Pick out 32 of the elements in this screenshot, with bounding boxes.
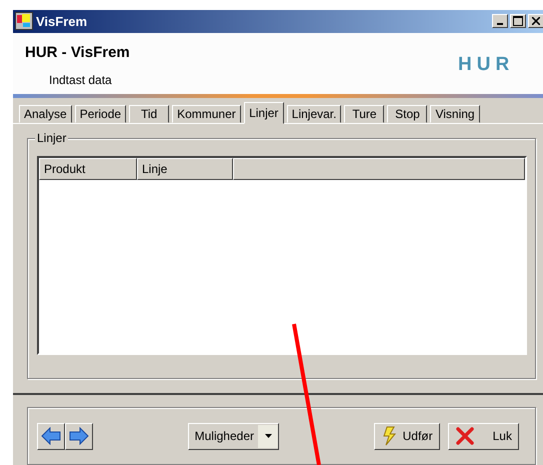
window-title: VisFrem xyxy=(36,14,88,29)
tab[interactable]: Kommuner xyxy=(172,105,241,124)
column-header[interactable]: Linje xyxy=(137,158,233,180)
back-icon xyxy=(41,427,61,445)
options-dropdown[interactable]: Muligheder xyxy=(188,422,279,450)
execute-button[interactable]: Udfør xyxy=(374,422,440,450)
logo: HUR xyxy=(458,54,516,76)
close-button[interactable]: Luk xyxy=(448,422,519,450)
column-header[interactable]: Produkt xyxy=(39,158,137,180)
maximize-button[interactable] xyxy=(510,14,526,28)
minimize-button[interactable] xyxy=(492,14,508,28)
app-icon xyxy=(15,12,33,30)
back-button[interactable] xyxy=(37,422,65,450)
forward-icon xyxy=(69,427,89,445)
tab[interactable]: Ture xyxy=(344,105,384,124)
group-title: Linjer xyxy=(35,131,68,146)
tab[interactable]: Stop xyxy=(387,105,428,124)
caret-icon xyxy=(264,434,272,438)
close-icon xyxy=(532,17,540,26)
tab[interactable]: Linjevar. xyxy=(286,105,342,124)
tab[interactable]: Periode xyxy=(74,105,126,124)
tab[interactable]: Tid xyxy=(129,105,170,124)
header-title: HUR - VisFrem xyxy=(25,44,131,61)
tab[interactable]: Linjer xyxy=(244,102,284,124)
maximize-icon xyxy=(513,16,523,26)
forward-button[interactable] xyxy=(65,422,93,450)
tab[interactable]: Analyse xyxy=(19,105,72,124)
close-button[interactable] xyxy=(528,14,543,28)
tab[interactable]: Visning xyxy=(430,105,480,124)
header-subtitle: Indtast data xyxy=(49,72,113,87)
close-icon xyxy=(454,426,475,446)
lightning-icon xyxy=(380,426,397,446)
